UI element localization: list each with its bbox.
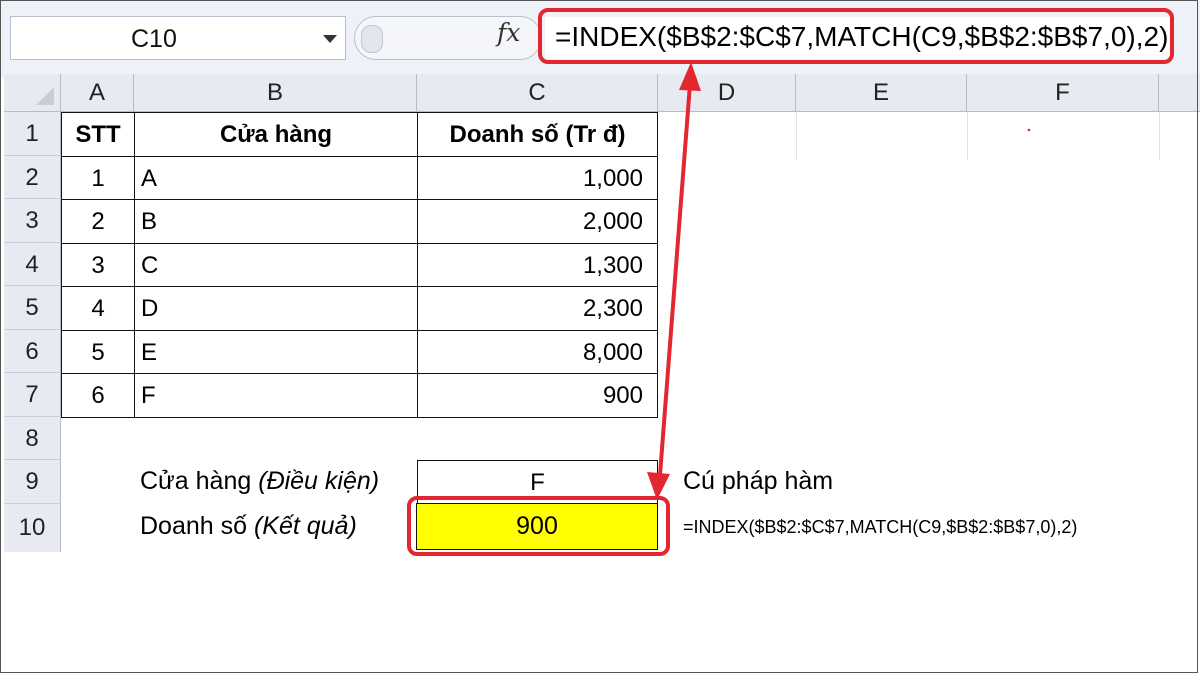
arrow-head-up <box>679 62 701 91</box>
stray-dot <box>1027 128 1031 132</box>
connector-arrow <box>647 62 1031 500</box>
arrow-head-down <box>647 472 670 500</box>
arrow-line <box>657 83 692 489</box>
